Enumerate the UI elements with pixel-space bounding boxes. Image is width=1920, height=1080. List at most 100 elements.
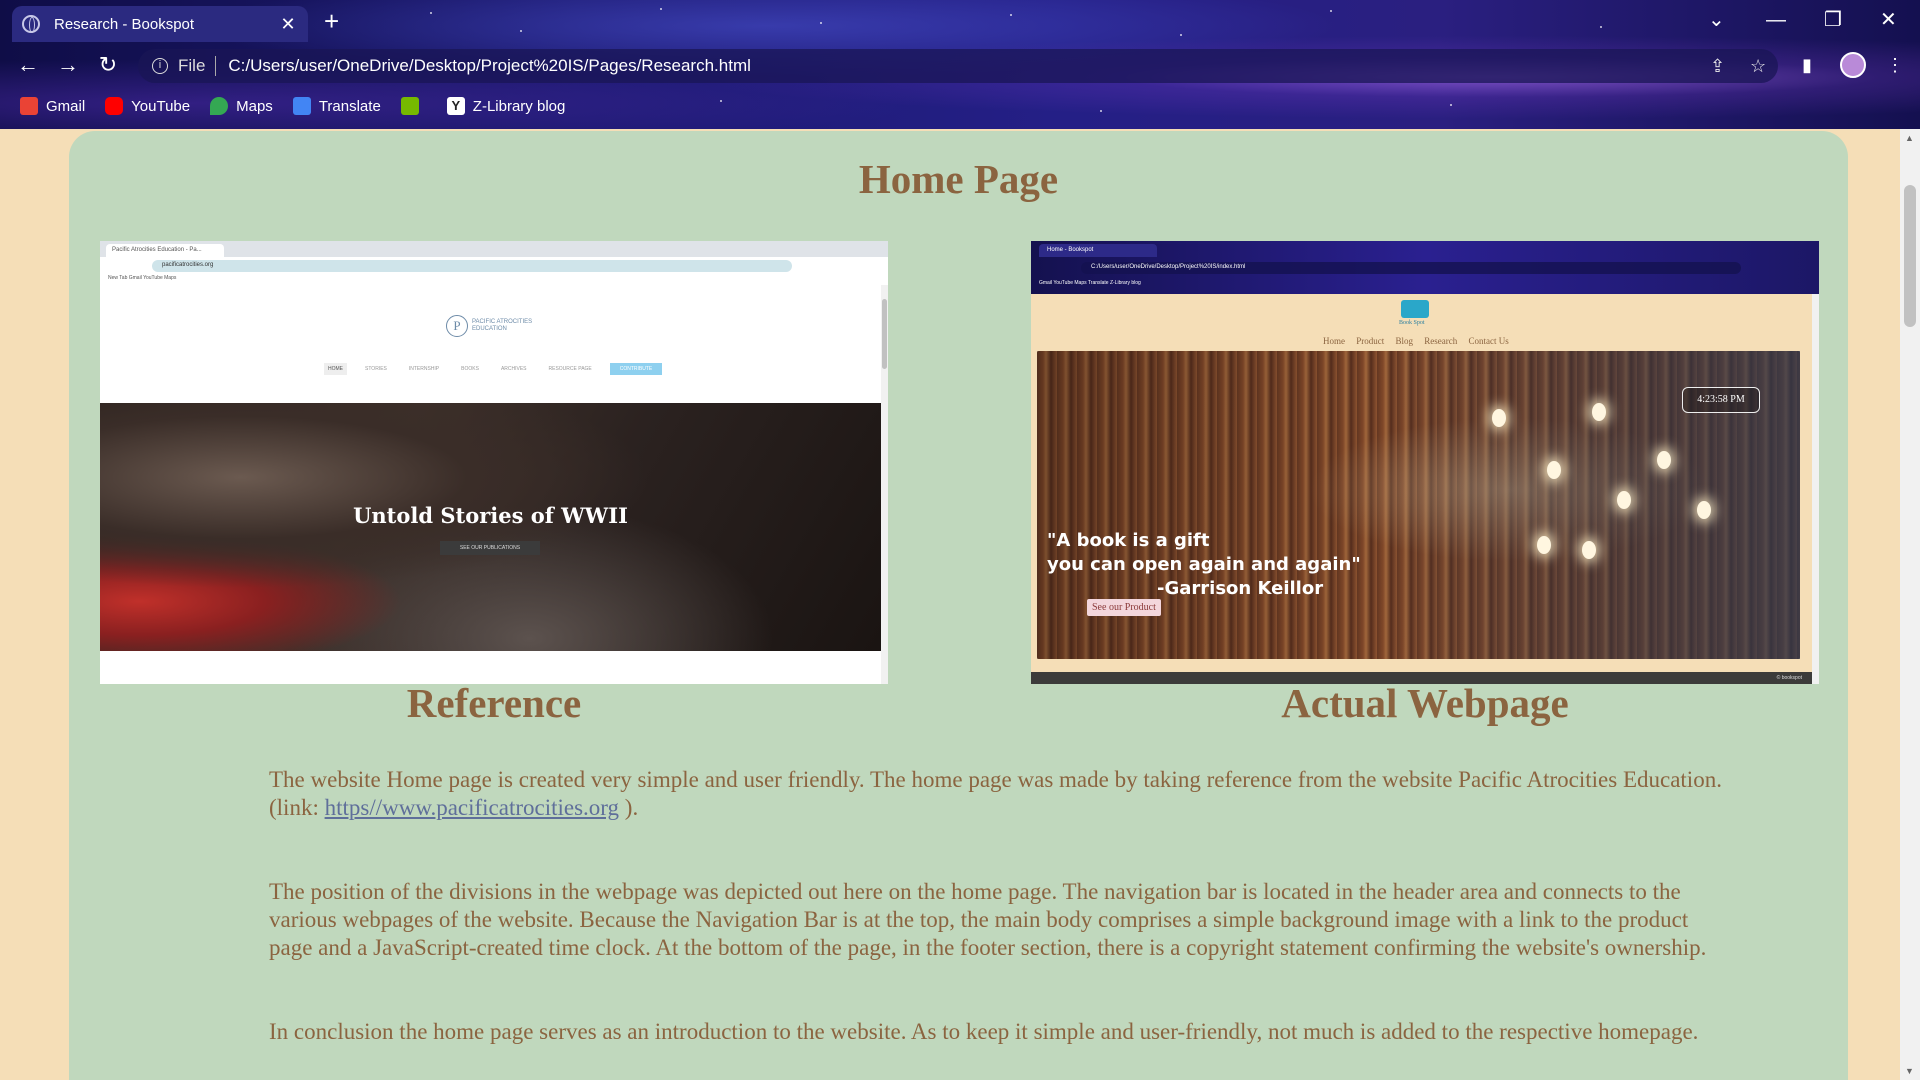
address-row: ← → ↻ i File C:/Users/user/OneDrive/Desk… [0,46,1920,86]
ref-tabbar: Pacific Atrocities Education - Pa... [100,241,888,257]
tab-research[interactable]: Research - Bookspot ✕ [12,6,308,42]
globe-icon [22,15,40,33]
bookmark-label: Maps [236,97,273,115]
address-url[interactable]: C:/Users/user/OneDrive/Desktop/Project%2… [228,56,750,76]
bookmark-star-icon[interactable]: ☆ [1750,56,1766,77]
bulb [1592,403,1606,421]
profile-avatar[interactable] [1840,52,1866,78]
act-quote-author: -Garrison Keillor [1157,578,1324,599]
ref-hero-button: SEE OUR PUBLICATIONS [440,541,540,555]
youtube-icon [105,97,124,115]
paragraph-intro: The website Home page is created very si… [269,766,1729,822]
ref-nav: HOME STORIES INTERNSHIP BOOKS ARCHIVES R… [324,363,676,375]
page-heading: Home Page [858,156,1059,202]
bookmark-gmail[interactable]: Gmail [20,97,85,115]
ref-url: pacificatrocities.org [152,260,792,272]
paragraph-conclusion: In conclusion the home page serves as an… [269,1019,1699,1044]
paragraph-intro-text: The website Home page is created very si… [269,767,1722,792]
bookmarks-bar: Gmail YouTube Maps Translate Y Z-Library… [0,92,565,120]
share-icon[interactable]: ⇪ [1710,56,1725,77]
ref-nav-item: RESOURCE PAGE [548,366,592,372]
side-panel-icon[interactable]: ▮ [1802,55,1812,76]
address-scheme: File [178,56,206,75]
ref-nav-item: INTERNSHIP [408,366,440,372]
act-quote: "A book is a gift you can open again and… [1047,529,1361,601]
act-quote-line: you can open again and again" [1047,554,1361,575]
page-scrollbar[interactable]: ▲ ▼ [1900,129,1920,1080]
ref-logo: P PACIFIC ATROCITIES EDUCATION [446,315,552,337]
act-clock: 4:23:58 PM [1682,387,1760,413]
bulb [1617,491,1631,509]
browser-chrome: Research - Bookspot ✕ + ⌄ — ❐ ✕ ← → ↻ i … [0,0,1920,129]
act-nav-item: Contact Us [1468,336,1509,346]
gmail-icon [20,97,38,115]
act-page-body: Book Spot Home Product Blog Research Con… [1031,294,1812,684]
scrollbar-thumb[interactable] [1904,185,1916,327]
act-url: C:/Users/user/OneDrive/Desktop/Project%2… [1081,262,1741,274]
page-viewport: Home Page Pacific Atrocities Education -… [0,129,1900,1080]
ref-scrollbar [881,285,888,684]
act-tab: Home - Bookspot [1039,244,1157,257]
reload-button[interactable]: ↻ [94,52,122,78]
ref-nav-item: STORIES [365,366,387,372]
act-scrollbar [1812,294,1819,684]
scroll-up-icon[interactable]: ▲ [1905,133,1914,143]
reference-screenshot: Pacific Atrocities Education - Pa... pac… [100,241,888,684]
act-nav-item: Research [1424,336,1458,346]
act-nav: Home Product Blog Research Contact Us [1323,336,1518,346]
ref-tab: Pacific Atrocities Education - Pa... [106,244,224,257]
ref-nav-item: ARCHIVES [500,366,527,372]
caption-actual: Actual Webpage [1281,680,1569,726]
act-nav-item: Home [1323,336,1345,346]
bookmark-nvidia[interactable] [400,97,427,115]
menu-kebab-icon[interactable]: ⋮ [1886,55,1904,76]
ref-nav-item: HOME [324,363,347,375]
ref-nav-item: CONTRIBUTE [609,363,663,375]
bulb [1492,409,1506,427]
tab-search-chevron-icon[interactable]: ⌄ [1708,6,1725,34]
tab-title: Research - Bookspot [54,15,195,33]
act-quote-line: "A book is a gift [1047,530,1210,551]
ref-bookmarks: New Tab Gmail YouTube Maps [100,275,888,285]
bookmark-label: Translate [318,97,381,115]
forward-button[interactable]: → [54,52,82,78]
act-nav-item: Blog [1395,336,1414,346]
site-info-icon[interactable]: i [152,58,168,74]
caption-reference: Reference [406,680,582,726]
address-bar[interactable]: i File C:/Users/user/OneDrive/Desktop/Pr… [138,49,1778,83]
minimize-button[interactable]: — [1766,6,1786,34]
tab-close-icon[interactable]: ✕ [278,14,298,35]
bookmark-maps[interactable]: Maps [210,97,273,115]
back-button[interactable]: ← [14,52,42,78]
zlibrary-icon: Y [446,97,465,115]
ref-nav-item: BOOKS [461,366,479,372]
ref-hero-image: Untold Stories of WWII SEE OUR PUBLICATI… [100,403,881,651]
ref-site-header: P PACIFIC ATROCITIES EDUCATION HOME STOR… [100,285,888,403]
act-bookmarks: Gmail YouTube Maps Translate Z-Library b… [1039,280,1141,286]
paragraph-link-suffix: ). [619,795,639,820]
bookmark-label: YouTube [131,97,191,115]
act-logo-text: Book Spot [1399,320,1425,326]
nvidia-icon [400,97,419,115]
bulb [1582,541,1596,559]
bookmark-youtube[interactable]: YouTube [105,97,190,115]
pacific-atrocities-link[interactable]: https//www.pacificatrocities.org [325,795,619,820]
ref-logo-mark: P [446,315,468,337]
bookmark-translate[interactable]: Translate [292,97,381,115]
scroll-down-icon[interactable]: ▼ [1905,1066,1914,1076]
ref-addressbar: pacificatrocities.org [100,257,888,275]
bulb [1697,501,1711,519]
bookmark-zlibrary[interactable]: Y Z-Library blog [446,97,566,115]
content-card: Home Page Pacific Atrocities Education -… [69,131,1848,1080]
act-product-button: See our Product [1087,599,1161,616]
address-separator [215,56,217,76]
act-nav-item: Product [1356,336,1385,346]
restore-button[interactable]: ❐ [1824,6,1842,34]
actual-screenshot: Home - Bookspot C:/Users/user/OneDrive/D… [1031,241,1819,684]
close-window-button[interactable]: ✕ [1880,6,1897,34]
paragraph-layout: The position of the divisions in the web… [269,879,1707,960]
paragraph-link-prefix: (link: [269,795,325,820]
new-tab-button[interactable]: + [324,8,339,34]
ref-hero-title: Untold Stories of WWII [353,503,628,528]
bookmark-label: Z-Library blog [472,97,566,115]
